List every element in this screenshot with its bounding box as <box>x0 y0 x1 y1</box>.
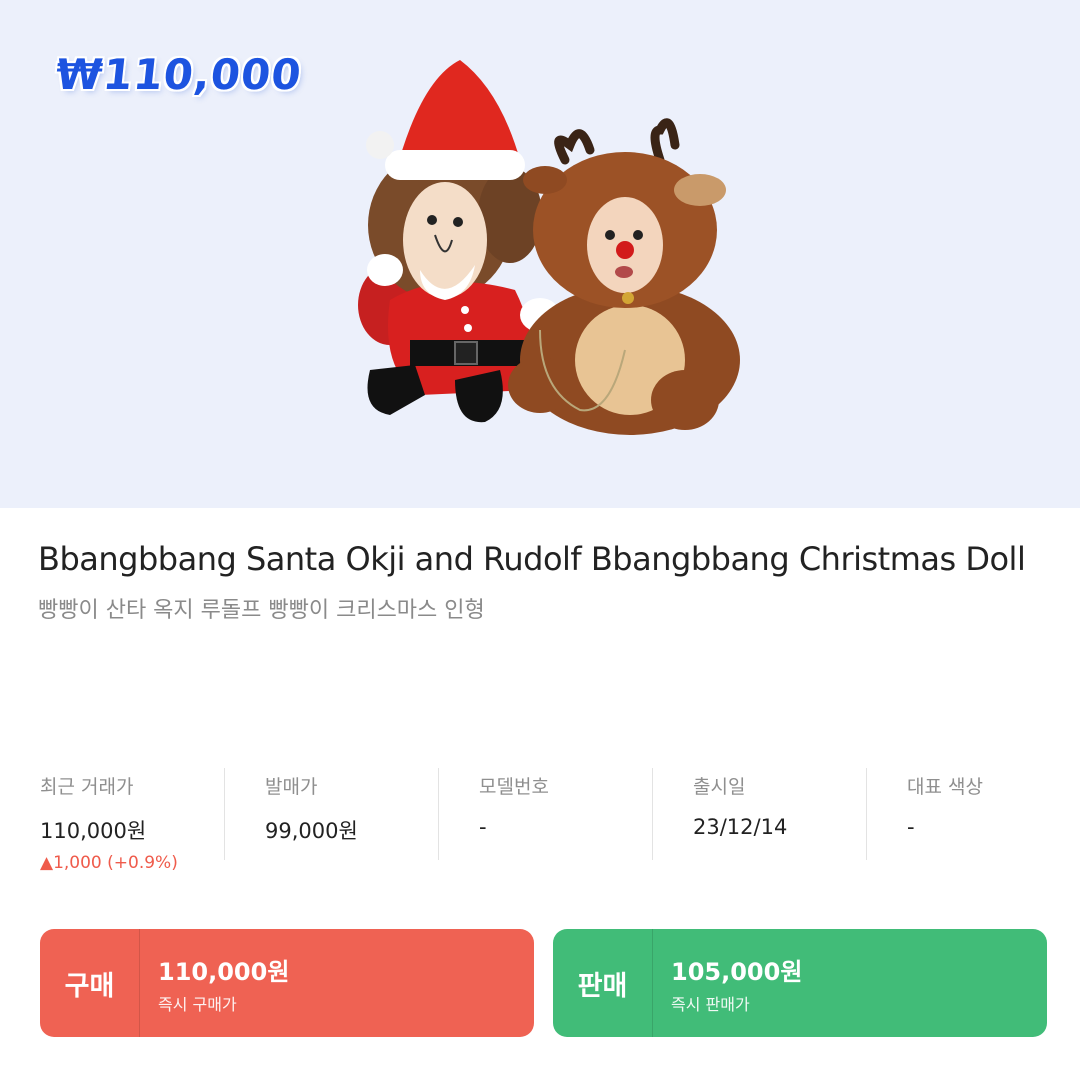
buy-label: 구매 <box>40 929 140 1037</box>
info-color: 대표 색상 - <box>866 768 1080 860</box>
info-value: - <box>479 815 487 839</box>
product-info-row: 최근 거래가 110,000원 ▲1,000 (+0.9%) 발매가 99,00… <box>0 768 1080 873</box>
info-label: 최근 거래가 <box>40 776 134 798</box>
info-value: 99,000원 <box>265 819 358 843</box>
sell-button[interactable]: 판매 105,000원 즉시 판매가 <box>553 929 1047 1037</box>
sell-amount: 105,000원 <box>671 957 803 986</box>
info-label: 대표 색상 <box>907 776 983 798</box>
info-value: 23/12/14 <box>693 815 788 839</box>
rudolf-doll-illustration <box>508 118 740 435</box>
product-hero: ₩110,000 <box>0 0 1080 508</box>
info-release-date: 출시일 23/12/14 <box>652 768 866 860</box>
info-label: 출시일 <box>693 776 746 798</box>
price-tag: ₩110,000 <box>53 50 305 99</box>
sell-price-block: 105,000원 즉시 판매가 <box>653 952 802 1015</box>
info-label: 발매가 <box>265 776 318 798</box>
info-recent-price: 최근 거래가 110,000원 ▲1,000 (+0.9%) <box>0 768 224 873</box>
buy-amount: 110,000원 <box>158 957 290 986</box>
info-value: - <box>907 815 915 839</box>
product-title: Bbangbbang Santa Okji and Rudolf Bbangbb… <box>38 540 1026 578</box>
price-change: ▲1,000 (+0.9%) <box>40 853 178 873</box>
info-value: 110,000원 <box>40 819 147 843</box>
info-label: 모델번호 <box>479 776 549 798</box>
sell-subtitle: 즉시 판매가 <box>671 994 750 1014</box>
buy-subtitle: 즉시 구매가 <box>158 994 237 1014</box>
product-subtitle: 빵빵이 산타 옥지 루돌프 빵빵이 크리스마스 인형 <box>38 598 485 623</box>
info-model-number: 모델번호 - <box>438 768 652 860</box>
buy-button[interactable]: 구매 110,000원 즉시 구매가 <box>40 929 534 1037</box>
buy-price-block: 110,000원 즉시 구매가 <box>140 952 289 1015</box>
product-image[interactable] <box>340 50 760 450</box>
info-release-price: 발매가 99,000원 <box>224 768 438 860</box>
sell-label: 판매 <box>553 929 653 1037</box>
